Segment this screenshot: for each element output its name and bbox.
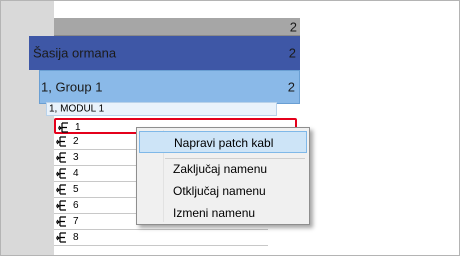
- menu-item-otkljucaj-namenu[interactable]: Otključaj namenu: [137, 180, 309, 202]
- menu-item-zakljucaj-namenu[interactable]: Zaključaj namenu: [137, 158, 309, 180]
- port-icon: [58, 122, 68, 133]
- port-icon: [56, 232, 66, 243]
- header-band: 2: [54, 18, 300, 36]
- group-row[interactable]: 1, Group 1 2: [39, 70, 300, 104]
- port-icon: [56, 216, 66, 227]
- group-label: 1, Group 1: [41, 79, 103, 95]
- modul-row[interactable]: 1, MODUL 1: [46, 102, 277, 116]
- port-label: 5: [73, 184, 79, 195]
- port-icon: [56, 168, 66, 179]
- modul-label: 1, MODUL 1: [49, 103, 105, 115]
- port-label: 7: [73, 216, 79, 227]
- port-label: 1: [75, 122, 81, 133]
- port-icon: [56, 136, 66, 147]
- context-menu: Napravi patch kabl Zaključaj namenu Otkl…: [136, 127, 310, 225]
- port-icon: [56, 184, 66, 195]
- port-label: 4: [73, 168, 79, 179]
- group-count: 2: [287, 79, 295, 95]
- port-label: 3: [73, 152, 79, 163]
- port-icon: [56, 200, 66, 211]
- port-row-8[interactable]: 8: [54, 230, 268, 246]
- port-label: 8: [73, 232, 79, 243]
- menu-item-izmeni-namenu[interactable]: Izmeni namenu: [137, 202, 309, 224]
- menu-item-napravi-patch-kabl[interactable]: Napravi patch kabl: [139, 131, 307, 153]
- sasija-label: Šasija ormana: [33, 45, 117, 61]
- sasija-row[interactable]: Šasija ormana 2: [29, 36, 300, 70]
- port-label: 6: [73, 200, 79, 211]
- header-count: 2: [289, 19, 297, 34]
- port-label: 2: [73, 136, 79, 147]
- sasija-count: 2: [288, 45, 296, 61]
- port-icon: [56, 152, 66, 163]
